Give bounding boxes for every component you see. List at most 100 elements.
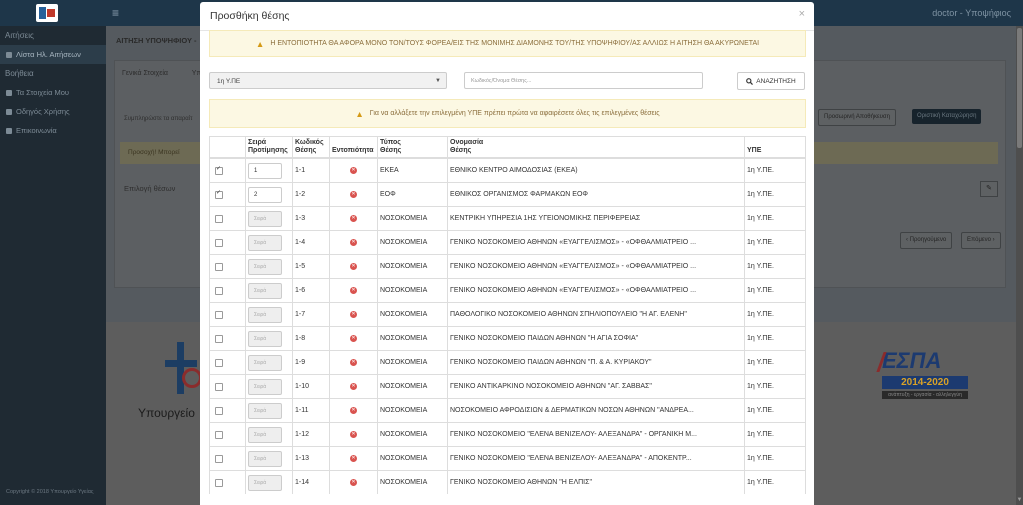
search-button[interactable]: ΑΝΑΖΗΤΗΣΗ: [737, 72, 805, 90]
tab-general[interactable]: Γενικά Στοιχεία: [122, 70, 168, 77]
order-input: Σειρά: [248, 258, 282, 275]
row-type: ΝΟΣΟΚΟΜΕΙΑ: [377, 326, 448, 351]
row-order-cell: Σειρά: [245, 350, 293, 375]
row-ype: 1η Υ.ΠΕ.: [744, 302, 806, 327]
table-row[interactable]: Σειρά 1-8 ✕ ΝΟΣΟΚΟΜΕΙΑ ΓΕΝΙΚΟ ΝΟΣΟΚΟΜΕΙΟ ΠΑΙ…: [209, 326, 806, 351]
col-locality: Εντοπιότητα: [329, 136, 378, 159]
sidebar-item-contact[interactable]: Επικοινωνία: [0, 121, 106, 140]
row-checkbox[interactable]: [215, 262, 223, 271]
table-row[interactable]: 1 1-1 ✕ ΕΚΕΑΕΘΝΙΚΟ ΚΕΝΤΡΟ ΑΙΜΟΔΟΣΙΑΣ (ΕΚΕΑ)…: [209, 157, 806, 183]
row-checkbox[interactable]: [215, 478, 223, 487]
menu-toggle-icon[interactable]: ≡: [112, 6, 119, 20]
table-row[interactable]: 2 1-2 ✕ ΕΟΦΕΘΝΙΚΟΣ ΟΡΓΑΝΙΣΜΟΣ ΦΑΡΜΑΚΩΝ ΕΟΦ1…: [209, 182, 806, 207]
row-type: ΝΟΣΟΚΟΜΕΙΑ: [377, 230, 448, 255]
table-row[interactable]: Σειρά 1-11 ✕ ΝΟΣΟΚΟΜΕΙΑ ΝΟΣΟΚΟΜΕΙΟ ΑΦΡΟΔΙΣΙΩ…: [209, 398, 806, 423]
row-type: ΕΟΦ: [377, 182, 448, 207]
order-input: Σειρά: [248, 378, 282, 395]
row-checkbox[interactable]: [215, 165, 223, 175]
espa-logo: ΕΣΠΑ 2014-2020 ανάπτυξη - εργασία - αλλη…: [876, 348, 968, 424]
sidebar-item-guide[interactable]: Οδηγός Χρήσης: [0, 102, 106, 121]
col-type: Τύπος Θέσης: [377, 136, 448, 159]
row-select-cell: [209, 422, 246, 447]
row-code: 1-6: [292, 278, 330, 303]
locality-x-icon: ✕: [350, 382, 357, 390]
search-icon: [746, 77, 754, 85]
row-order-cell: Σειρά: [245, 326, 293, 351]
row-name: ΕΘΝΙΚΟΣ ΟΡΓΑΝΙΣΜΟΣ ΦΑΡΜΑΚΩΝ ΕΟΦ: [447, 182, 745, 207]
row-checkbox[interactable]: [215, 334, 223, 343]
page-scrollbar[interactable]: ▼: [1016, 26, 1023, 505]
row-checkbox[interactable]: [215, 189, 223, 199]
row-name: ΚΕΝΤΡΙΚΗ ΥΠΗΡΕΣΙΑ 1ΗΣ ΥΓΕΙΟΝΟΜΙΚΗΣ ΠΕΡΙΦ…: [447, 206, 745, 231]
sidebar: Αιτήσεις Λίστα Ηλ. Αιτήσεων Βοήθεια Τα Σ…: [0, 26, 106, 505]
sidebar-item-profile[interactable]: Τα Στοιχεία Μου: [0, 83, 106, 102]
row-locality-cell: ✕: [329, 350, 378, 375]
row-ype: 1η Υ.ΠΕ.: [744, 157, 806, 183]
sidebar-item-request-list[interactable]: Λίστα Ηλ. Αιτήσεων: [0, 45, 106, 64]
table-row[interactable]: Σειρά 1-10 ✕ ΝΟΣΟΚΟΜΕΙΑ ΓΕΝΙΚΟ ΑΝΤΙΚΑΡΚΙΝΟ Ν…: [209, 374, 806, 399]
locality-x-icon: ✕: [350, 262, 357, 270]
row-type: ΝΟΣΟΚΟΜΕΙΑ: [377, 206, 448, 231]
row-checkbox[interactable]: [215, 286, 223, 295]
row-checkbox[interactable]: [215, 310, 223, 319]
row-select-cell: [209, 398, 246, 423]
locality-x-icon: ✕: [350, 454, 357, 462]
row-code: 1-8: [292, 326, 330, 351]
user-menu[interactable]: doctor - Υποψήφιος: [932, 8, 1011, 18]
row-checkbox[interactable]: [215, 454, 223, 463]
row-checkbox[interactable]: [215, 406, 223, 415]
warning-icon: ▲: [355, 108, 364, 119]
row-name: ΝΟΣΟΚΟΜΕΙΟ ΑΦΡΟΔΙΣΙΩΝ & ΔΕΡΜΑΤΙΚΩΝ ΝΟΣΩΝ…: [447, 398, 745, 423]
table-header-row: Σειρά Προτίμησης Κωδικός Θέσης Εντοπιότητα…: [209, 136, 806, 159]
row-name: ΓΕΝΙΚΟ ΝΟΣΟΚΟΜΕΙΟ ΑΘΗΝΩΝ «ΕΥΑΓΓΕΛΙΣΜΟΣ» …: [447, 230, 745, 255]
row-order-cell: Σειρά: [245, 374, 293, 399]
order-input[interactable]: 1: [248, 162, 282, 179]
row-locality-cell: ✕: [329, 230, 378, 255]
row-type: ΝΟΣΟΚΟΜΕΙΑ: [377, 470, 448, 494]
table-row[interactable]: Σειρά 1-9 ✕ ΝΟΣΟΚΟΜΕΙΑ ΓΕΝΙΚΟ ΝΟΣΟΚΟΜΕΙΟ ΠΑΙ…: [209, 350, 806, 375]
row-type: ΕΚΕΑ: [377, 157, 448, 183]
table-row[interactable]: Σειρά 1-6 ✕ ΝΟΣΟΚΟΜΕΙΑ ΓΕΝΙΚΟ ΝΟΣΟΚΟΜΕΙΟ ΑΘΗ…: [209, 278, 806, 303]
row-type: ΝΟΣΟΚΟΜΕΙΑ: [377, 254, 448, 279]
row-checkbox[interactable]: [215, 214, 223, 223]
row-checkbox[interactable]: [215, 430, 223, 439]
ype-select[interactable]: 1η Υ.ΠΕ ▼: [209, 72, 447, 89]
previous-button[interactable]: ‹ Προηγούμενο: [900, 232, 953, 249]
edit-pencil-icon[interactable]: ✎: [980, 181, 998, 197]
order-input[interactable]: 2: [248, 186, 282, 203]
row-code: 1-11: [292, 398, 330, 423]
app-logo[interactable]: [36, 4, 58, 22]
next-button[interactable]: Επόμενο ›: [961, 232, 1001, 249]
col-order: Σειρά Προτίμησης: [245, 136, 293, 159]
table-row[interactable]: Σειρά 1-7 ✕ ΝΟΣΟΚΟΜΕΙΑ ΠΑΘΟΛΟΓΙΚΟ ΝΟΣΟΚΟΜΕΙΟ…: [209, 302, 806, 327]
temp-save-button[interactable]: Προσωρινή Αποθήκευση: [818, 109, 896, 126]
row-order-cell: Σειρά: [245, 398, 293, 423]
row-checkbox[interactable]: [215, 382, 223, 391]
row-code: 1-7: [292, 302, 330, 327]
locality-x-icon: ✕: [350, 478, 357, 486]
row-locality-cell: ✕: [329, 374, 378, 399]
position-search-input[interactable]: [464, 72, 703, 89]
final-submit-button[interactable]: Οριστική Καταχώρηση: [912, 109, 982, 124]
row-order-cell: Σειρά: [245, 470, 293, 494]
row-type: ΝΟΣΟΚΟΜΕΙΑ: [377, 302, 448, 327]
row-ype: 1η Υ.ΠΕ.: [744, 446, 806, 471]
row-order-cell: Σειρά: [245, 446, 293, 471]
modal-header: Προσθήκη θέσης ×: [200, 2, 814, 31]
close-icon[interactable]: ×: [799, 8, 805, 20]
locality-x-icon: ✕: [350, 406, 357, 414]
table-row[interactable]: Σειρά 1-14 ✕ ΝΟΣΟΚΟΜΕΙΑ ΓΕΝΙΚΟ ΝΟΣΟΚΟΜΕΙΟ ΑΘ…: [209, 470, 806, 494]
locality-x-icon: ✕: [350, 430, 357, 438]
locality-alert: ▲ Η ΕΝΤΟΠΙΟΤΗΤΑ ΘΑ ΑΦΟΡΑ ΜΟΝΟ ΤΟΝ/ΤΟΥΣ Φ…: [209, 30, 806, 57]
table-row[interactable]: Σειρά 1-3 ✕ ΝΟΣΟΚΟΜΕΙΑ ΚΕΝΤΡΙΚΗ ΥΠΗΡΕΣΙΑ 1ΗΣ…: [209, 206, 806, 231]
table-row[interactable]: Σειρά 1-4 ✕ ΝΟΣΟΚΟΜΕΙΑ ΓΕΝΙΚΟ ΝΟΣΟΚΟΜΕΙΟ ΑΘΗ…: [209, 230, 806, 255]
order-input: Σειρά: [248, 210, 282, 227]
row-checkbox[interactable]: [215, 358, 223, 367]
row-checkbox[interactable]: [215, 238, 223, 247]
row-code: 1-12: [292, 422, 330, 447]
table-row[interactable]: Σειρά 1-12 ✕ ΝΟΣΟΚΟΜΕΙΑ ΓΕΝΙΚΟ ΝΟΣΟΚΟΜΕΙΟ "Ε…: [209, 422, 806, 447]
row-order-cell: 1: [245, 157, 293, 183]
table-row[interactable]: Σειρά 1-5 ✕ ΝΟΣΟΚΟΜΕΙΑ ΓΕΝΙΚΟ ΝΟΣΟΚΟΜΕΙΟ ΑΘΗ…: [209, 254, 806, 279]
table-row[interactable]: Σειρά 1-13 ✕ ΝΟΣΟΚΟΜΕΙΑ ΓΕΝΙΚΟ ΝΟΣΟΚΟΜΕΙΟ "Ε…: [209, 446, 806, 471]
row-select-cell: [209, 230, 246, 255]
